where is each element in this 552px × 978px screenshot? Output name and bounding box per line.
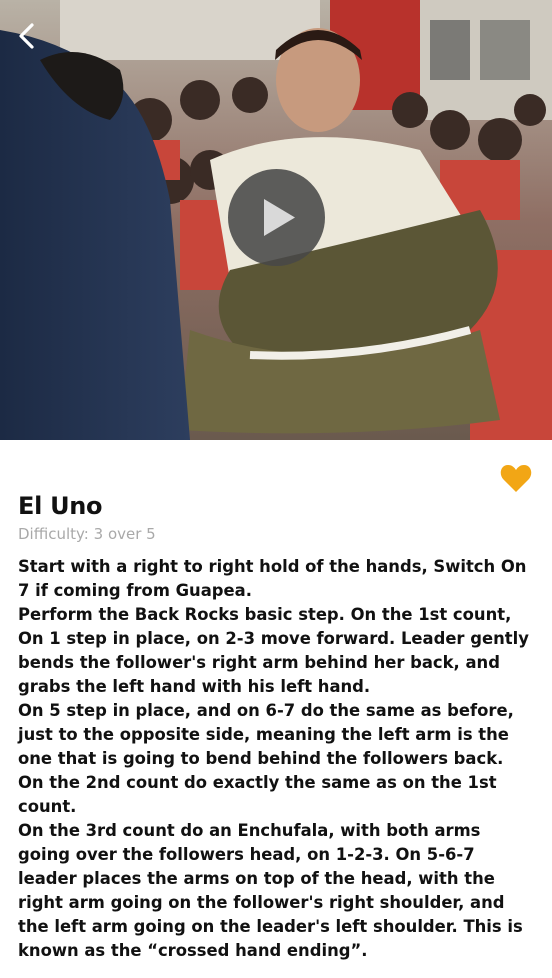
description-paragraph: On the 3rd count do an Enchufala, with b… (18, 821, 523, 960)
description-paragraph: On the 2nd count do exactly the same as … (18, 773, 497, 816)
description-paragraph: On 5 step in place, and on 6-7 do the sa… (18, 701, 514, 768)
figure-title: El Uno (18, 492, 103, 520)
figure-details: El Uno Difficulty: 3 over 5 Start with a… (0, 440, 552, 978)
figure-description: Start with a right to right hold of the … (18, 555, 538, 963)
chevron-left-icon (19, 23, 34, 49)
play-icon (264, 199, 295, 236)
favorite-button[interactable] (499, 462, 533, 494)
heart-icon (500, 465, 532, 492)
video-thumbnail[interactable] (0, 0, 552, 440)
play-button[interactable] (228, 169, 325, 266)
description-paragraph: Perform the Back Rocks basic step. On th… (18, 605, 529, 696)
back-button[interactable] (10, 18, 46, 54)
difficulty-label: Difficulty: 3 over 5 (18, 525, 156, 543)
description-paragraph: Start with a right to right hold of the … (18, 557, 527, 600)
